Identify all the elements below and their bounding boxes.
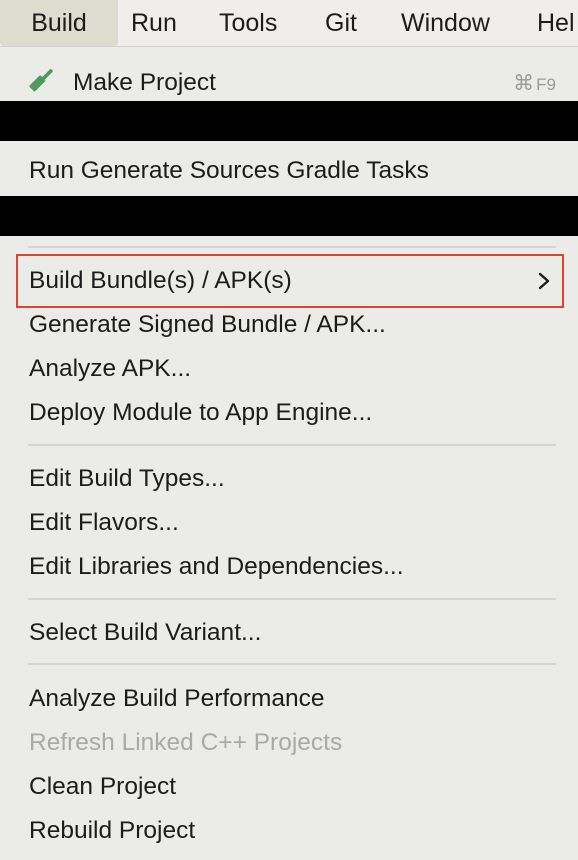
menu-item-select-build-variant[interactable]: Select Build Variant... [29,618,261,648]
menu-separator [28,663,556,665]
menu-item-edit-build-types[interactable]: Edit Build Types... [29,464,225,494]
menubar-item-tools[interactable]: Tools [219,0,277,46]
menu-separator [28,444,556,446]
menubar-item-git[interactable]: Git [325,0,357,46]
menu-item-analyze-build-performance[interactable]: Analyze Build Performance [29,684,325,714]
menu-bar: Build Run Tools Git Window Hel [0,0,578,46]
menubar-item-build[interactable]: Build [0,0,118,46]
menu-item-refresh-linked-cpp: Refresh Linked C++ Projects [29,729,343,756]
menu-item-clean-project[interactable]: Clean Project [29,772,176,802]
menu-separator [28,598,556,600]
build-menu-screen: Build Run Tools Git Window Hel Make Proj… [0,0,578,860]
menu-item-edit-flavors[interactable]: Edit Flavors... [29,508,179,538]
chevron-right-icon [538,272,550,290]
shortcut-key-label: F9 [536,75,556,94]
menubar-item-window[interactable]: Window [401,0,490,46]
menu-item-rebuild-project[interactable]: Rebuild Project [29,816,195,846]
menu-separator [28,246,556,248]
menu-item-make-project[interactable]: Make Project [73,68,216,98]
menu-item-deploy-module[interactable]: Deploy Module to App Engine... [29,398,372,428]
make-project-shortcut: ⌘ F9 [513,71,556,97]
menubar-item-run[interactable]: Run [131,0,177,46]
redacted-region [0,101,578,141]
command-key-icon: ⌘ [513,72,535,95]
hammer-icon [29,69,53,92]
menu-item-generate-signed-bundle[interactable]: Generate Signed Bundle / APK... [29,310,386,340]
menu-item-analyze-apk[interactable]: Analyze APK... [29,354,191,384]
menu-item-run-generate-sources[interactable]: Run Generate Sources Gradle Tasks [29,156,429,186]
redacted-region [0,196,578,236]
menu-item-build-bundle-apk[interactable]: Build Bundle(s) / APK(s) [29,266,292,296]
menubar-item-help[interactable]: Hel [537,0,575,46]
menu-item-edit-libraries[interactable]: Edit Libraries and Dependencies... [29,552,404,582]
